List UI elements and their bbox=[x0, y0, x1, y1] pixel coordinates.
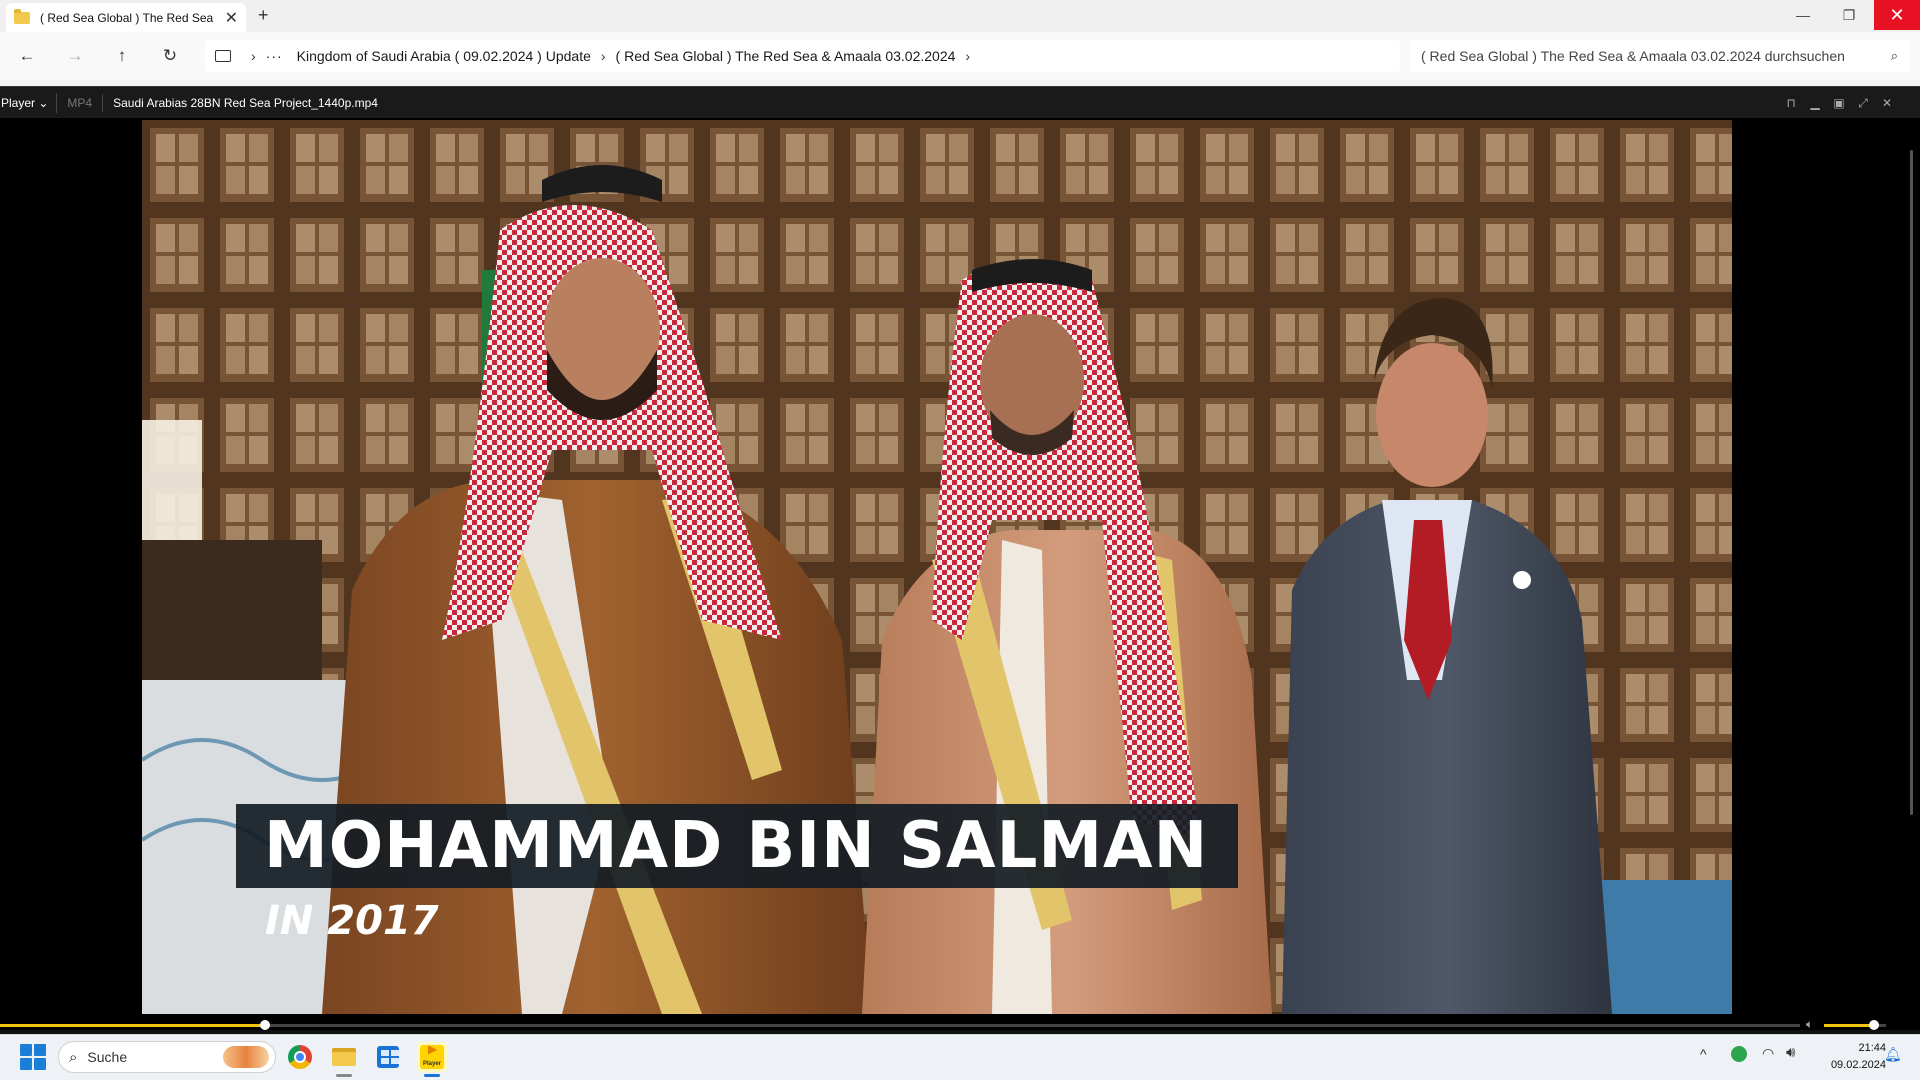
tray-overflow-chevron-icon[interactable]: ^ bbox=[1700, 1046, 1707, 1062]
player-menu-button[interactable]: Player ⌄ bbox=[0, 92, 58, 113]
player-title-bar: Player ⌄ MP4 Saudi Arabias 28BN Red Sea … bbox=[0, 86, 1920, 118]
folder-icon bbox=[14, 8, 30, 24]
taskbar-search-box[interactable]: ⌕ Suche bbox=[58, 1041, 276, 1073]
window-restore-button[interactable]: ❐ bbox=[1826, 0, 1872, 30]
tab-title: ( Red Sea Global ) The Red Sea bbox=[40, 10, 214, 25]
speaker-icon[interactable]: 🔊︎ bbox=[1786, 1044, 1795, 1061]
notification-bell-icon[interactable]: 🔔︎ bbox=[1884, 1046, 1902, 1063]
store-icon[interactable] bbox=[373, 1042, 403, 1072]
seek-handle[interactable] bbox=[259, 1020, 270, 1030]
file-format-label: MP4 bbox=[57, 93, 104, 112]
breadcrumb-separator[interactable]: › bbox=[601, 48, 606, 64]
player-scrollbar[interactable] bbox=[1910, 150, 1913, 815]
video-caption-year: IN 2017 bbox=[265, 898, 439, 944]
file-explorer-icon[interactable] bbox=[329, 1042, 359, 1072]
clock-date: 09.02.2024 bbox=[1830, 1059, 1886, 1071]
title-bar bbox=[0, 0, 1920, 32]
seek-bar[interactable] bbox=[0, 1024, 1800, 1027]
breadcrumb-separator[interactable]: › bbox=[251, 48, 256, 64]
volume-level bbox=[1824, 1024, 1874, 1027]
this-pc-icon[interactable] bbox=[215, 50, 231, 62]
wifi-icon[interactable]: ◠ bbox=[1762, 1045, 1774, 1062]
start-icon[interactable] bbox=[20, 1044, 46, 1070]
pin-icon[interactable]: ⊓ bbox=[1782, 95, 1800, 111]
new-tab-button[interactable]: + bbox=[258, 5, 269, 26]
taskbar-clock[interactable]: 21:44 09.02.2024 bbox=[1812, 1040, 1886, 1074]
taskbar-search-label: Suche bbox=[87, 1049, 128, 1065]
player-app-icon[interactable]: Player bbox=[417, 1042, 447, 1072]
search-placeholder: ( Red Sea Global ) The Red Sea & Amaala … bbox=[1421, 48, 1845, 64]
forward-arrow-icon[interactable]: → bbox=[63, 44, 87, 68]
explorer-running-indicator bbox=[336, 1074, 352, 1077]
player-running-indicator bbox=[424, 1074, 440, 1077]
seek-bar-progress bbox=[0, 1024, 265, 1027]
tab-close-icon[interactable]: ✕ bbox=[225, 8, 238, 28]
video-caption-name: MOHAMMAD BIN SALMAN bbox=[236, 804, 1239, 888]
breadcrumb-item-red-sea-global[interactable]: ( Red Sea Global ) The Red Sea & Amaala … bbox=[616, 48, 956, 64]
up-arrow-icon[interactable]: ↑ bbox=[110, 44, 134, 68]
breadcrumb-item-saudi-arabia[interactable]: Kingdom of Saudi Arabia ( 09.02.2024 ) U… bbox=[297, 48, 591, 64]
breadcrumb[interactable]: › ··· Kingdom of Saudi Arabia ( 09.02.20… bbox=[205, 40, 1400, 72]
video-filename: Saudi Arabias 28BN Red Sea Project_1440p… bbox=[113, 95, 378, 110]
explorer-tab[interactable]: ( Red Sea Global ) The Red Sea ✕ bbox=[6, 3, 246, 32]
breadcrumb-separator[interactable]: › bbox=[965, 48, 970, 64]
window-minimize-button[interactable]: — bbox=[1780, 0, 1826, 30]
volume-handle[interactable] bbox=[1868, 1020, 1879, 1030]
refresh-icon[interactable]: ↻ bbox=[158, 44, 182, 68]
chrome-icon[interactable] bbox=[285, 1042, 315, 1072]
search-icon[interactable]: ⌕ bbox=[1891, 48, 1898, 64]
player-close-icon[interactable]: ✕ bbox=[1878, 95, 1896, 111]
player-fullscreen-icon[interactable]: ⤢ bbox=[1854, 95, 1872, 111]
clock-time: 21:44 bbox=[1858, 1042, 1886, 1054]
security-shield-icon[interactable] bbox=[1731, 1046, 1747, 1062]
window-close-button[interactable]: ✕ bbox=[1874, 0, 1920, 30]
search-icon: ⌕ bbox=[69, 1048, 78, 1066]
breadcrumb-overflow-button[interactable]: ··· bbox=[266, 48, 283, 64]
player-maximize-icon[interactable]: ▣ bbox=[1830, 95, 1848, 111]
folder-search-input[interactable]: ( Red Sea Global ) The Red Sea & Amaala … bbox=[1410, 40, 1910, 72]
search-highlight-icon bbox=[223, 1046, 269, 1068]
player-minimize-icon[interactable]: ▁ bbox=[1806, 95, 1824, 111]
back-arrow-icon[interactable]: ← bbox=[15, 44, 39, 68]
